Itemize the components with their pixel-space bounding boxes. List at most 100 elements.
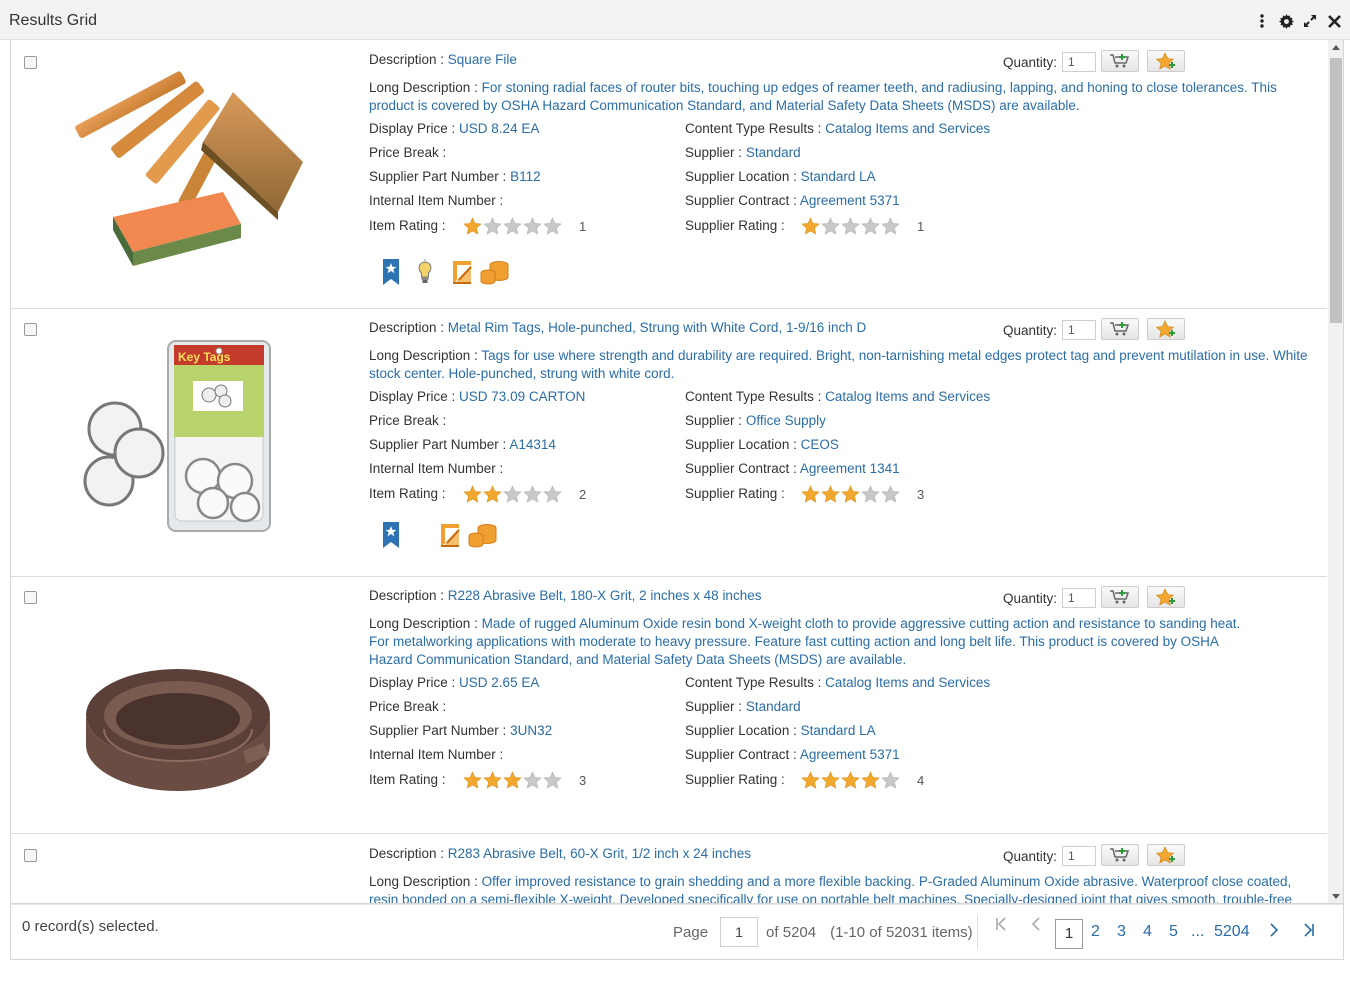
display-price-value: USD 2.65 EA [459, 675, 540, 690]
supplier-value: Office Supply [745, 413, 826, 428]
supplier-rating-label: Supplier Rating : [685, 486, 785, 501]
item-rating-field: Item Rating : [369, 218, 446, 233]
display-price-label: Display Price : [369, 675, 456, 690]
previous-page-icon[interactable] [1031, 917, 1041, 936]
internal-item-number-field: Internal Item Number : [369, 461, 503, 476]
bookmark-icon[interactable] [381, 258, 401, 289]
supplier-part-number-field: Supplier Part Number : 3UN32 [369, 723, 552, 738]
supplier-rating-value: 3 [917, 487, 925, 502]
page-button-last[interactable]: 5204 [1214, 923, 1250, 941]
star-empty-icon [503, 217, 522, 235]
supplier-field: Supplier : Standard [685, 145, 801, 160]
page-number-input[interactable] [720, 917, 759, 947]
supplier-location-value: Standard LA [800, 723, 876, 738]
page-button-3[interactable]: 3 [1117, 923, 1126, 941]
description-link[interactable]: Metal Rim Tags, Hole-punched, Strung wit… [448, 320, 866, 335]
more-options-icon[interactable] [1254, 13, 1270, 29]
long-description-label: Long Description : [369, 80, 478, 95]
display-price-value: USD 8.24 EA [459, 121, 540, 136]
first-page-icon[interactable] [995, 917, 1007, 936]
bookmark-icon[interactable] [381, 521, 401, 552]
supplier-location-value: Standard LA [800, 169, 876, 184]
row-select-checkbox[interactable] [24, 56, 37, 69]
close-icon[interactable] [1326, 13, 1342, 29]
supplier-rating-stars [801, 217, 900, 235]
pager-info: Page of 5204 (1-10 of 52031 items) [673, 917, 973, 947]
description-link[interactable]: R283 Abrasive Belt, 60-X Grit, 1/2 inch … [448, 846, 751, 861]
selected-records-text: 0 record(s) selected. [22, 918, 159, 935]
supplier-contract-link[interactable]: Agreement 5371 [800, 193, 900, 208]
quantity-input[interactable] [1062, 588, 1097, 608]
add-to-cart-button[interactable] [1101, 844, 1139, 866]
display-price-label: Display Price : [369, 121, 456, 136]
product-image-abrasive-belt[interactable] [63, 591, 313, 831]
page-button-4[interactable]: 4 [1143, 923, 1152, 941]
description-link[interactable]: Square File [448, 52, 517, 67]
vertical-scrollbar[interactable] [1328, 40, 1343, 903]
add-to-cart-button[interactable] [1101, 50, 1139, 72]
settings-gear-icon[interactable] [1278, 13, 1294, 29]
supplier-contract-field: Supplier Contract : Agreement 5371 [685, 747, 900, 762]
description-field: Description : Metal Rim Tags, Hole-punch… [369, 320, 866, 335]
add-to-cart-button[interactable] [1101, 318, 1139, 340]
description-link[interactable]: R228 Abrasive Belt, 180-X Grit, 2 inches… [448, 588, 762, 603]
row-select-checkbox[interactable] [24, 323, 37, 336]
expand-icon[interactable] [1302, 13, 1318, 29]
item-badges [381, 521, 498, 552]
supplier-contract-field: Supplier Contract : Agreement 1341 [685, 461, 900, 476]
content-type-field: Content Type Results : Catalog Items and… [685, 675, 990, 690]
star-filled-icon [483, 771, 502, 789]
quantity-input[interactable] [1062, 52, 1097, 72]
description-field: Description : R228 Abrasive Belt, 180-X … [369, 588, 761, 603]
display-price-field: Display Price : USD 8.24 EA [369, 121, 539, 136]
add-to-favorites-button[interactable] [1147, 844, 1185, 866]
results-grid: Description : Square File Quantity: Long… [10, 40, 1344, 904]
long-description-field: Long Description : Tags for use where st… [369, 347, 1309, 383]
scroll-down-arrow-icon[interactable] [1332, 894, 1340, 899]
star-filled-icon [801, 217, 820, 235]
contract-icon[interactable] [437, 521, 465, 552]
item-rating-value: 1 [579, 219, 587, 234]
supplier-rating-label: Supplier Rating : [685, 772, 785, 787]
last-page-icon[interactable] [1303, 923, 1315, 942]
star-empty-icon [523, 485, 542, 503]
supplier-contract-link[interactable]: Agreement 1341 [800, 461, 900, 476]
supplier-contract-link[interactable]: Agreement 5371 [800, 747, 900, 762]
row-select-checkbox[interactable] [24, 849, 37, 862]
coins-icon[interactable] [480, 258, 510, 289]
bulb-icon[interactable] [417, 258, 433, 289]
scrollbar-thumb[interactable] [1330, 58, 1342, 323]
page-button-2[interactable]: 2 [1091, 923, 1100, 941]
item-rating-field: Item Rating : [369, 772, 446, 787]
supplier-value: Standard [745, 699, 801, 714]
page-button-5[interactable]: 5 [1169, 923, 1178, 941]
add-to-cart-button[interactable] [1101, 586, 1139, 608]
star-filled-icon [463, 485, 482, 503]
page-count-text: of 5204 [766, 923, 817, 941]
product-image-sharpening-stones[interactable] [63, 52, 313, 292]
supplier-rating-field: Supplier Rating : [685, 486, 785, 501]
result-row-2: Key Tags Description : Metal Rim Tags, H… [11, 309, 1327, 577]
star-empty-icon [881, 771, 900, 789]
quantity-input[interactable] [1062, 846, 1097, 866]
contract-coins-group [449, 258, 510, 289]
page-ellipsis[interactable]: ... [1191, 923, 1204, 941]
contract-icon[interactable] [449, 258, 477, 289]
content-type-label: Content Type Results : [685, 121, 822, 136]
quantity-control: Quantity: [1003, 588, 1097, 608]
star-empty-icon [841, 217, 860, 235]
price-break-field: Price Break : [369, 699, 446, 714]
supplier-location-value: CEOS [800, 437, 839, 452]
page-button-current[interactable]: 1 [1055, 919, 1083, 949]
row-select-checkbox[interactable] [24, 591, 37, 604]
add-to-favorites-button[interactable] [1147, 50, 1185, 72]
quantity-input[interactable] [1062, 320, 1097, 340]
coins-icon[interactable] [468, 521, 498, 552]
star-empty-icon [543, 485, 562, 503]
scroll-up-arrow-icon[interactable] [1332, 45, 1340, 50]
add-to-favorites-button[interactable] [1147, 586, 1185, 608]
product-image-key-tags[interactable]: Key Tags [63, 321, 313, 561]
add-to-favorites-button[interactable] [1147, 318, 1185, 340]
star-empty-icon [523, 217, 542, 235]
next-page-icon[interactable] [1269, 923, 1279, 942]
